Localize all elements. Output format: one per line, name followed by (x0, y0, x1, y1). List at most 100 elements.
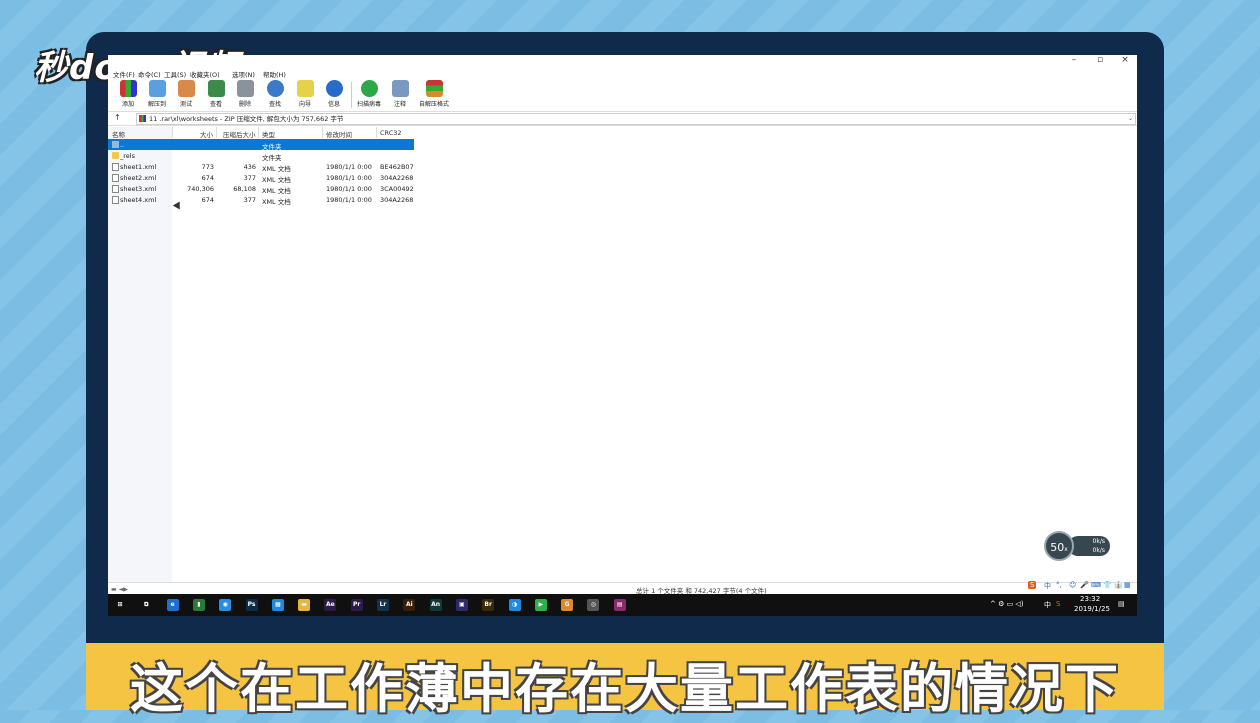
column-divider (376, 127, 377, 138)
table-row[interactable]: sheet4.xml 674 377 XML 文档 1980/1/1 0:00 304A2… (108, 194, 414, 206)
col-crc[interactable]: CRC32 (380, 129, 402, 137)
g-app-icon[interactable]: G (561, 599, 574, 611)
winrar-window: – ▫ × 文件(F) 命令(C) 工具(S) 收藏夹(O) 选项(N) 帮助(… (108, 55, 1137, 616)
add-label: 添加 (121, 101, 134, 108)
extract-to-button[interactable]: 解压到 (142, 80, 172, 108)
menu-file[interactable]: 文件(F) (113, 69, 135, 79)
photoshop-icon[interactable]: Ps (245, 599, 258, 611)
subtitle-text: 这个在工作薄中存在大量工作表的情况下 (130, 659, 1120, 720)
lightroom-icon[interactable]: Lr (377, 599, 389, 611)
premiere-icon[interactable]: Pr (350, 599, 363, 611)
cell-name: sheet4.xml (120, 196, 157, 204)
comment-icon (391, 80, 409, 97)
chevron-down-icon[interactable]: ⌄ (1128, 114, 1133, 124)
info-button[interactable]: 信息 (319, 80, 349, 108)
media-player-icon[interactable]: ▶ (534, 599, 547, 611)
explorer-icon[interactable]: ▬ (298, 599, 311, 611)
virus-scan-button[interactable]: 扫描病毒 (354, 80, 384, 108)
cell-size: 674 (201, 196, 214, 204)
tray-lang[interactable]: 中 (1044, 600, 1051, 610)
up-folder-button[interactable]: ↑ (114, 113, 121, 122)
qq-browser-icon[interactable]: ◑ (508, 599, 521, 611)
start-icon[interactable]: ⊞ (114, 599, 126, 611)
menu-commands[interactable]: 命令(C) (138, 69, 161, 79)
view-label: 查看 (209, 101, 222, 108)
clock-time[interactable]: 23:32 (1080, 595, 1100, 603)
virus-scan-icon (360, 80, 378, 97)
cell-name: sheet2.xml (120, 174, 157, 182)
add-button[interactable]: 添加 (113, 80, 143, 108)
cell-size: 674 (201, 174, 214, 182)
media-encoder-icon[interactable]: ▣ (455, 599, 468, 611)
notification-icon[interactable]: ▤ (1118, 600, 1125, 608)
col-size[interactable]: 大小 (200, 129, 213, 139)
keyboard-icon[interactable]: ⌨ (1091, 581, 1101, 589)
punct-icon[interactable]: °, (1056, 581, 1062, 589)
clock-date[interactable]: 2019/1/25 (1074, 605, 1110, 613)
sfx-label: 自解压格式 (418, 101, 449, 108)
sfx-button[interactable]: 自解压格式 (415, 80, 453, 108)
cell-size: 773 (201, 163, 214, 171)
col-modified[interactable]: 修改时间 (326, 129, 352, 139)
status-drive-icon: ▬ ◄▶ (111, 586, 128, 593)
xml-file-icon (112, 196, 119, 204)
grid-icon[interactable]: ▦ (1124, 581, 1131, 589)
cell-name: .. (120, 141, 125, 149)
maximize-button[interactable]: ▫ (1088, 55, 1112, 65)
column-divider (258, 127, 259, 138)
address-field[interactable]: 11 .rar\xl\worksheets - ZIP 压缩文件, 解包大小为 … (136, 113, 1136, 125)
table-row[interactable]: _rels 文件夹 (108, 150, 414, 162)
mic-icon[interactable]: 🎤 (1080, 581, 1089, 589)
edge-icon[interactable]: e (166, 599, 179, 611)
comment-button[interactable]: 注释 (385, 80, 415, 108)
ime-lang[interactable]: 中 (1044, 581, 1051, 591)
bridge-icon[interactable]: Br (482, 599, 495, 611)
tray-sogou-icon[interactable]: S (1056, 600, 1060, 608)
col-type[interactable]: 类型 (262, 129, 275, 139)
table-row[interactable]: sheet2.xml 674 377 XML 文档 1980/1/1 0:00 304A2… (108, 172, 414, 184)
table-row[interactable]: sheet3.xml 740,306 68,108 XML 文档 1980/1/1 0:… (108, 183, 414, 195)
col-name[interactable]: 名称 (112, 129, 125, 139)
archive-icon (139, 115, 146, 122)
network-speed-widget[interactable]: 0k/s 0k/s 50x (1044, 531, 1110, 561)
tray-icons[interactable]: ^ ⚙ ▭ ◁) (990, 600, 1024, 608)
test-button[interactable]: 测试 (171, 80, 201, 108)
illustrator-icon[interactable]: Ai (403, 599, 416, 611)
column-divider (172, 127, 173, 138)
emoji-icon[interactable]: ☺ (1069, 581, 1076, 589)
table-row[interactable]: sheet1.xml 773 436 XML 文档 1980/1/1 0:00 BE462… (108, 161, 414, 173)
chrome-icon[interactable]: ◎ (587, 599, 600, 611)
find-icon (266, 80, 284, 97)
find-button[interactable]: 查找 (260, 80, 290, 108)
toolbar-separator (351, 82, 352, 108)
comment-label: 注释 (393, 101, 406, 108)
menu-tools[interactable]: 工具(S) (164, 69, 186, 79)
view-icon (207, 80, 225, 97)
task-view-icon[interactable]: ⧉ (140, 599, 153, 611)
sogou-icon[interactable]: S (1028, 581, 1037, 589)
close-button[interactable]: × (1113, 55, 1137, 65)
menu-help[interactable]: 帮助(H) (263, 69, 286, 79)
animate-icon[interactable]: An (429, 599, 442, 611)
view-button[interactable]: 查看 (201, 80, 231, 108)
after-effects-icon[interactable]: Ae (324, 599, 337, 611)
col-packed[interactable]: 压缩后大小 (223, 129, 256, 139)
tools-icon[interactable]: 👔 (1114, 581, 1123, 589)
column-divider (322, 127, 323, 138)
delete-button[interactable]: 删除 (230, 80, 260, 108)
winrar-icon[interactable]: ▤ (613, 599, 626, 611)
skin-icon[interactable]: 👕 (1103, 581, 1112, 589)
minimize-button[interactable]: – (1062, 55, 1086, 65)
cell-packed: 436 (243, 163, 256, 171)
column-divider (216, 127, 217, 138)
cell-crc: 3CA00492 (380, 185, 414, 193)
chat-icon[interactable]: ◉ (219, 599, 232, 611)
cell-modified: 1980/1/1 0:00 (326, 163, 372, 171)
table-row[interactable]: .. 文件夹 (108, 139, 414, 151)
cell-name: sheet3.xml (120, 185, 157, 193)
menu-favorites[interactable]: 收藏夹(O) (190, 69, 220, 79)
menu-options[interactable]: 选项(N) (232, 69, 255, 79)
wizard-button[interactable]: 向导 (290, 80, 320, 108)
terminal-icon[interactable]: ▮ (192, 599, 205, 611)
store-icon[interactable]: ▦ (271, 599, 284, 611)
